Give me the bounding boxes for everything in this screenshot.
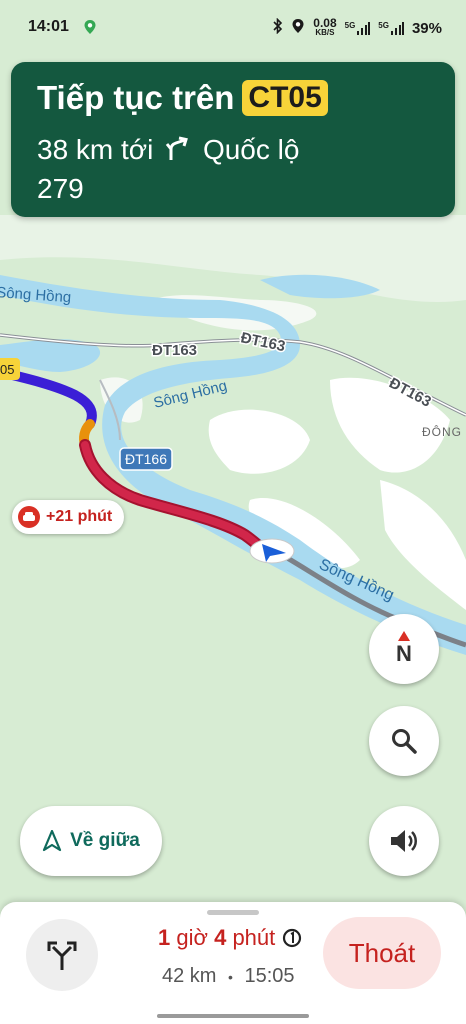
alternate-routes-button[interactable] — [26, 919, 98, 991]
maps-notification-icon — [82, 19, 98, 35]
navigation-instruction-banner[interactable]: Tiếp tục trên CT05 38 km tới Quốc lộ 279 — [11, 62, 455, 217]
road-badge: CT05 — [242, 80, 328, 116]
eta-hours: 1 — [158, 925, 171, 950]
navigation-arrow-icon — [43, 830, 62, 852]
recenter-label: Về giữa — [70, 830, 140, 851]
toll-icon — [283, 928, 302, 948]
eta-hours-unit: giờ — [176, 925, 208, 950]
next-road-number: 279 — [37, 173, 84, 204]
instruction-text: Tiếp tục trên — [37, 79, 235, 116]
alternate-routes-icon — [47, 941, 77, 970]
search-icon — [392, 729, 417, 754]
trip-details: 42 km • 15:05 — [162, 965, 295, 988]
exit-navigation-button[interactable]: Thoát — [323, 917, 441, 989]
compass-label: N — [396, 641, 412, 666]
compass-button[interactable]: N — [369, 614, 439, 684]
sound-button[interactable] — [369, 806, 439, 876]
instruction-line: Tiếp tục trên CT05 — [37, 79, 328, 117]
distance-text: 38 km tới — [37, 134, 154, 165]
arrival-time: 15:05 — [244, 965, 295, 987]
remaining-distance: 42 km — [162, 965, 217, 987]
road-badge-edge: 05 — [0, 362, 14, 377]
battery-level: 39% — [411, 19, 442, 37]
traffic-car-icon — [18, 506, 40, 528]
place-label-dong: ĐÔNG — [422, 424, 462, 439]
eta-minutes-unit: phút — [232, 925, 276, 950]
traffic-delay-chip[interactable]: +21 phút — [12, 500, 125, 534]
road-label-dt163-a: ĐT163 — [152, 342, 197, 359]
speaker-icon — [391, 830, 417, 852]
signal-icon-1: 5G — [345, 21, 371, 35]
turn-slight-right-icon — [165, 135, 191, 171]
eta-minutes: 4 — [214, 925, 227, 950]
sheet-drag-handle[interactable] — [207, 910, 259, 915]
compass-needle-icon — [398, 631, 410, 641]
bluetooth-icon — [273, 17, 283, 38]
status-time: 14:01 — [28, 18, 69, 35]
trip-summary-sheet[interactable]: 1 giờ 4 phút 42 km • 15:05 Thoát — [0, 902, 466, 1024]
road-badge-dt166: ĐT166 — [125, 451, 167, 467]
eta-duration: 1 giờ 4 phút — [158, 925, 303, 951]
data-speed: 0.08 KB/S — [313, 16, 337, 37]
location-status-icon — [291, 18, 305, 38]
status-bar: 14:01 0.08 KB/S 5G 5G 39% — [0, 0, 466, 54]
recenter-button[interactable]: Về giữa — [20, 806, 162, 876]
gesture-nav-bar[interactable] — [157, 1014, 309, 1018]
search-button[interactable] — [369, 706, 439, 776]
signal-icon-2: 5G — [378, 21, 404, 35]
separator-dot: • — [228, 969, 233, 985]
next-road-name: Quốc lộ — [202, 134, 300, 165]
next-turn-info: 38 km tới Quốc lộ 279 — [37, 132, 397, 207]
delay-text: +21 phút — [46, 508, 113, 525]
location-arrow-icon — [249, 538, 295, 564]
